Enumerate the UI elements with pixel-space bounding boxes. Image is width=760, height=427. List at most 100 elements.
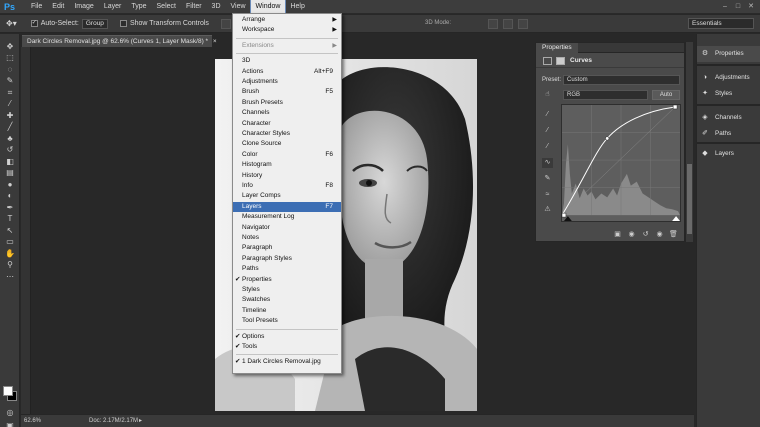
status-menu-arrow-icon[interactable]: ▸	[139, 415, 142, 427]
menu-layer[interactable]: Layer	[99, 0, 127, 14]
tab-properties[interactable]: Properties	[536, 43, 578, 53]
curve-draw-pencil-icon[interactable]: ✎	[542, 174, 553, 184]
auto-button[interactable]: Auto	[652, 90, 680, 100]
dock-item-layers[interactable]: ◆ Layers	[697, 146, 760, 162]
menu-image[interactable]: Image	[69, 0, 98, 14]
menu-3d[interactable]: 3D	[207, 0, 226, 14]
window-menu-item-navigator[interactable]: Navigator	[233, 223, 341, 233]
eraser-tool-icon[interactable]: ◧	[3, 157, 17, 167]
window-menu-item-clone-source[interactable]: Clone Source	[233, 139, 341, 149]
window-menu-item-notes[interactable]: Notes	[233, 233, 341, 243]
dock-item-adjustments[interactable]: ◑ Adjustments	[697, 70, 760, 86]
window-menu-item-adjustments[interactable]: Adjustments	[233, 77, 341, 87]
window-menu-item-histogram[interactable]: Histogram	[233, 160, 341, 170]
healing-brush-tool-icon[interactable]: ✚	[3, 111, 17, 121]
clone-stamp-tool-icon[interactable]: ♣	[3, 134, 17, 144]
close-button[interactable]: ✕	[746, 2, 756, 11]
maximize-button[interactable]: □	[733, 2, 743, 11]
history-brush-tool-icon[interactable]: ↺	[3, 145, 17, 155]
clipping-warning-icon[interactable]: ⚠	[542, 205, 553, 215]
menu-select[interactable]: Select	[152, 0, 181, 14]
brush-tool-icon[interactable]: ╱	[3, 122, 17, 132]
mask-icon[interactable]	[556, 57, 565, 65]
foreground-color-swatch[interactable]	[3, 386, 13, 396]
window-menu-item-actions[interactable]: Actions Alt+F9	[233, 67, 341, 77]
reset-icon[interactable]: ↺	[641, 230, 650, 239]
window-menu-item-character[interactable]: Character	[233, 119, 341, 129]
black-point-eyedropper-icon[interactable]: ⁄	[542, 110, 553, 120]
white-point-eyedropper-icon[interactable]: ⁄	[542, 142, 553, 152]
targeted-adjust-icon[interactable]: ☝	[542, 90, 553, 100]
window-menu-item-paths[interactable]: Paths	[233, 264, 341, 274]
window-menu-item-layers[interactable]: Layers F7	[233, 201, 341, 213]
menu-file[interactable]: File	[26, 0, 47, 14]
visibility-eye-icon[interactable]: ◉	[655, 230, 664, 239]
window-menu-item-brush[interactable]: Brush F5	[233, 87, 341, 97]
pen-tool-icon[interactable]: ✒	[3, 203, 17, 213]
menu-type[interactable]: Type	[126, 0, 151, 14]
properties-scrollbar[interactable]	[685, 42, 693, 242]
trash-icon[interactable]: 🗑	[669, 230, 678, 239]
dock-item-channels[interactable]: ◈ Channels	[697, 110, 760, 126]
auto-select-dropdown[interactable]: Group	[81, 18, 108, 29]
window-menu-item-layer-comps[interactable]: Layer Comps	[233, 191, 341, 201]
crop-tool-icon[interactable]: ⌗	[3, 88, 17, 98]
blur-tool-icon[interactable]: ●	[3, 180, 17, 190]
curve-edit-points-icon[interactable]: ∿	[542, 158, 553, 168]
window-menu-item-measurement-log[interactable]: Measurement Log	[233, 212, 341, 222]
distribute-top-icon[interactable]	[487, 18, 498, 29]
document-tab-close-icon[interactable]: ×	[213, 38, 217, 45]
zoom-tool-icon[interactable]: ⚲	[3, 260, 17, 270]
view-previous-icon[interactable]: ◉	[627, 230, 636, 239]
type-tool-icon[interactable]: T	[3, 214, 17, 224]
document-tab[interactable]: Dark Circles Removal.jpg @ 62.6% (Curves…	[22, 35, 217, 47]
menu-view[interactable]: View	[226, 0, 251, 14]
eyedropper-tool-icon[interactable]: ⁄	[3, 99, 17, 109]
window-menu-item-timeline[interactable]: Timeline	[233, 306, 341, 316]
window-menu-item-history[interactable]: History	[233, 171, 341, 181]
smooth-curve-icon[interactable]: ≈	[542, 190, 553, 200]
window-menu-item-paragraph[interactable]: Paragraph	[233, 243, 341, 253]
quick-mask-icon[interactable]: ◎	[3, 408, 17, 418]
zoom-level[interactable]: 62.6%	[24, 415, 41, 427]
hand-tool-icon[interactable]: ✋	[3, 249, 17, 259]
screen-mode-icon[interactable]: ▣	[3, 421, 17, 427]
show-transform-checkbox[interactable]	[119, 20, 127, 27]
window-menu-item-brush-presets[interactable]: Brush Presets	[233, 98, 341, 108]
dock-item-properties[interactable]: ⚙ Properties	[697, 46, 760, 62]
shape-tool-icon[interactable]: ▭	[3, 237, 17, 247]
window-menu-item-arrange[interactable]: Arrange ▶	[233, 15, 341, 25]
window-menu-item-3d[interactable]: 3D	[233, 56, 341, 66]
menu-filter[interactable]: Filter	[181, 0, 207, 14]
preset-select[interactable]: Custom	[563, 75, 680, 85]
clip-to-layer-icon[interactable]: ▣	[613, 230, 622, 239]
gradient-tool-icon[interactable]: ▤	[3, 168, 17, 178]
window-menu-item-options[interactable]: ✔ Options	[233, 332, 341, 342]
minimize-button[interactable]: –	[720, 2, 730, 11]
menu-edit[interactable]: Edit	[47, 0, 69, 14]
window-menu-item-info[interactable]: Info F8	[233, 181, 341, 191]
lasso-tool-icon[interactable]: ◌	[3, 65, 17, 75]
window-menu-item-1-dark-circles-removal-jpg[interactable]: ✔ 1 Dark Circles Removal.jpg	[233, 357, 341, 367]
window-menu-item-tools[interactable]: ✔ Tools	[233, 342, 341, 352]
distribute-bottom-icon[interactable]	[517, 18, 528, 29]
curves-graph[interactable]	[561, 104, 681, 222]
adjustment-layer-icon[interactable]	[543, 57, 552, 65]
window-menu-item-swatches[interactable]: Swatches	[233, 295, 341, 305]
more-tools-icon[interactable]: ⋯	[3, 272, 17, 282]
window-menu-item-workspace[interactable]: Workspace ▶	[233, 25, 341, 35]
menu-help[interactable]: Help	[285, 0, 309, 14]
distribute-center-icon[interactable]	[502, 18, 513, 29]
marquee-tool-icon[interactable]: ⬚	[3, 53, 17, 63]
window-menu-item-paragraph-styles[interactable]: Paragraph Styles	[233, 254, 341, 264]
window-menu-item-extensions[interactable]: Extensions ▶	[233, 41, 341, 51]
window-menu-item-color[interactable]: Color F6	[233, 150, 341, 160]
path-select-tool-icon[interactable]: ↖	[3, 226, 17, 236]
dock-item-styles[interactable]: ✦ Styles	[697, 86, 760, 102]
window-menu-item-properties[interactable]: ✔ Properties	[233, 275, 341, 285]
channel-select[interactable]: RGB	[563, 90, 648, 100]
workspace-select[interactable]: Essentials	[688, 18, 754, 29]
window-menu-item-channels[interactable]: Channels	[233, 108, 341, 118]
auto-select-checkbox[interactable]: ✓	[30, 20, 38, 27]
window-menu-item-character-styles[interactable]: Character Styles	[233, 129, 341, 139]
